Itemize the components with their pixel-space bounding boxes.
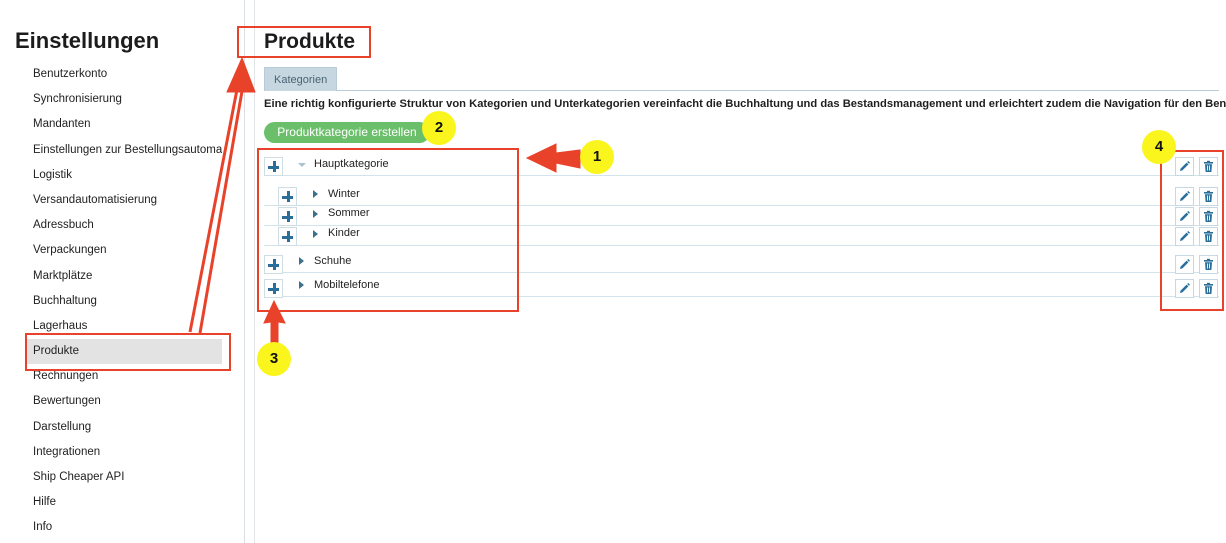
edit-category-button[interactable] [1175,279,1194,298]
settings-sidebar: Einstellungen Benutzerkonto Synchronisie… [0,0,245,543]
add-subcategory-icon[interactable] [264,255,283,274]
trash-icon [1204,282,1213,294]
sidebar-item-verpackungen[interactable]: Verpackungen [26,238,222,263]
delete-category-button[interactable] [1199,207,1218,226]
delete-category-button[interactable] [1199,255,1218,274]
sidebar-item-bewertungen[interactable]: Bewertungen [26,389,222,414]
content-divider [254,0,255,543]
expand-caret-icon[interactable] [313,210,318,218]
annotation-badge-4: 4 [1142,130,1176,164]
sidebar-item-synchronisierung[interactable]: Synchronisierung [26,87,222,112]
annotation-badge-3: 3 [257,342,291,376]
edit-category-button[interactable] [1175,157,1194,176]
settings-nav: Benutzerkonto Synchronisierung Mandanten… [26,62,222,541]
delete-category-button[interactable] [1199,157,1218,176]
sidebar-item-buchhaltung[interactable]: Buchhaltung [26,289,222,314]
sidebar-item-versandautomatisierung[interactable]: Versandautomatisierung [26,188,222,213]
sidebar-item-marktplaetze[interactable]: Marktplätze [26,264,222,289]
edit-category-button[interactable] [1175,255,1194,274]
expand-caret-icon[interactable] [313,190,318,198]
category-label[interactable]: Hauptkategorie [314,158,389,170]
delete-category-button[interactable] [1199,187,1218,206]
edit-category-button[interactable] [1175,227,1194,246]
sidebar-item-darstellung[interactable]: Darstellung [26,415,222,440]
edit-category-button[interactable] [1175,187,1194,206]
main-content: Produkte Kategorien Eine richtig konfigu… [264,0,1226,543]
annotation-badge-2: 2 [422,111,456,145]
category-row-kinder: Kinder [264,226,1219,246]
expand-caret-icon[interactable] [299,281,304,289]
sidebar-item-bestellungsautomat[interactable]: Einstellungen zur Bestellungsautomat [26,138,222,163]
sidebar-item-lagerhaus[interactable]: Lagerhaus [26,314,222,339]
sidebar-item-integrationen[interactable]: Integrationen [26,440,222,465]
sidebar-item-benutzerkonto[interactable]: Benutzerkonto [26,62,222,87]
sidebar-item-produkte[interactable]: Produkte [26,339,222,365]
pencil-icon [1180,259,1190,269]
add-subcategory-icon[interactable] [278,207,297,226]
sidebar-item-ship-cheaper-api[interactable]: Ship Cheaper API [26,465,222,490]
category-row-mobiltelefone: Mobiltelefone [264,277,1219,298]
pencil-icon [1180,231,1190,241]
sidebar-item-info[interactable]: Info [26,515,222,540]
annotation-badge-1: 1 [580,140,614,174]
trash-icon [1204,258,1213,270]
add-subcategory-icon[interactable] [264,279,283,298]
expand-caret-icon[interactable] [299,257,304,265]
trash-icon [1204,190,1213,202]
sidebar-item-rechnungen[interactable]: Rechnungen [26,364,222,389]
trash-icon [1204,210,1213,222]
category-row-winter: Winter [264,186,1219,206]
sidebar-item-adressbuch[interactable]: Adressbuch [26,213,222,238]
tab-bar: Kategorien [264,67,1219,91]
page-description: Eine richtig konfigurierte Struktur von … [264,98,1226,110]
sidebar-item-hilfe[interactable]: Hilfe [26,490,222,515]
pencil-icon [1180,161,1190,171]
expand-caret-icon[interactable] [313,230,318,238]
collapse-caret-icon[interactable] [298,163,306,167]
pencil-icon [1180,211,1190,221]
category-label[interactable]: Mobiltelefone [314,279,379,291]
category-row-sommer: Sommer [264,206,1219,226]
trash-icon [1204,160,1213,172]
trash-icon [1204,230,1213,242]
page-title: Produkte [264,30,356,53]
sidebar-item-mandanten[interactable]: Mandanten [26,112,222,137]
category-label[interactable]: Kinder [328,227,360,239]
pencil-icon [1180,283,1190,293]
add-subcategory-icon[interactable] [264,157,283,176]
category-row-schuhe: Schuhe [264,253,1219,274]
category-label[interactable]: Sommer [328,207,370,219]
sidebar-item-logistik[interactable]: Logistik [26,163,222,188]
create-category-button[interactable]: Produktkategorie erstellen [264,122,430,143]
delete-category-button[interactable] [1199,279,1218,298]
pencil-icon [1180,191,1190,201]
add-subcategory-icon[interactable] [278,187,297,206]
delete-category-button[interactable] [1199,227,1218,246]
edit-category-button[interactable] [1175,207,1194,226]
category-label[interactable]: Winter [328,188,360,200]
add-subcategory-icon[interactable] [278,227,297,246]
sidebar-title: Einstellungen [15,28,160,53]
category-label[interactable]: Schuhe [314,255,351,267]
tab-kategorien[interactable]: Kategorien [264,67,338,91]
category-row-hauptkategorie: Hauptkategorie [264,156,1219,176]
